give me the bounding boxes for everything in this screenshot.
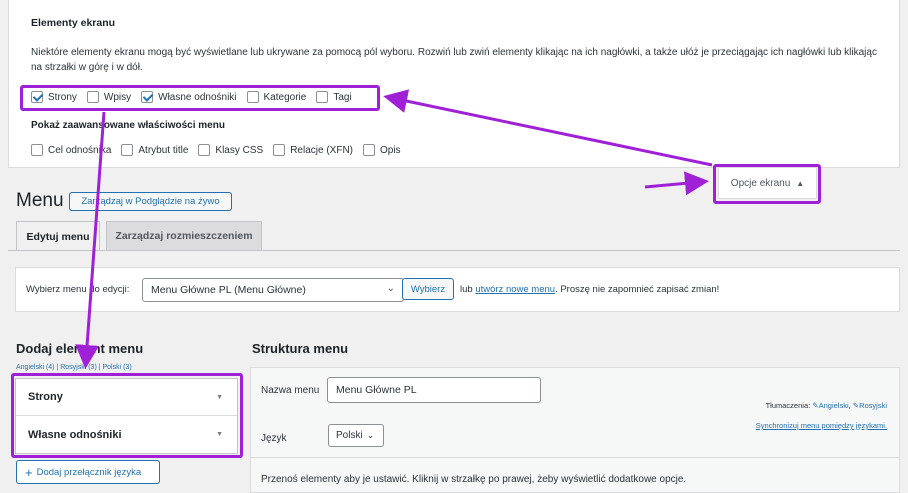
menu-select[interactable]: Menu Główne PL (Menu Główne) ⌄ [142, 278, 404, 302]
menu-structure-title: Struktura menu [252, 341, 349, 356]
structure-instructions: Przenoś elementy aby je ustawić. Kliknij… [261, 474, 687, 485]
arrow-to-screen-options [644, 171, 709, 196]
page-title: Menu [16, 190, 64, 211]
language-filter-links[interactable]: Angielski (4) | Rosyjski (3) | Polski (3… [16, 364, 132, 371]
screen-options-description: Niektóre elementy ekranu mogą być wyświe… [31, 47, 877, 73]
checkbox-klasy-css[interactable]: Klasy CSS [198, 144, 263, 156]
tab-edit-menu[interactable]: Edytuj menu [16, 221, 100, 251]
checkbox-box[interactable] [31, 144, 43, 156]
annotation-highlight-accordion [11, 373, 243, 458]
advanced-properties-heading: Pokaż zaawansowane właściwości menu [31, 120, 225, 131]
language-select[interactable]: Polski ⌄ [328, 424, 384, 447]
checkbox-relacje-xfn[interactable]: Relacje (XFN) [273, 144, 353, 156]
translation-link-english[interactable]: Angielski [819, 401, 849, 410]
menu-select-label: Wybierz menu do edycji: [26, 284, 130, 295]
screen-options-panel: Elementy ekranu Niektóre elementy ekranu… [8, 0, 900, 168]
checkbox-box[interactable] [363, 144, 375, 156]
create-menu-text: lub utwórz nowe menu. Proszę nie zapomni… [460, 284, 720, 295]
checkbox-cel-odnosnika[interactable]: Cel odnośnika [31, 144, 111, 156]
checkbox-box[interactable] [273, 144, 286, 156]
annotation-highlight-screen-options [713, 164, 821, 204]
translation-link-russian[interactable]: Rosyjski [859, 401, 887, 410]
checkbox-box[interactable] [121, 144, 134, 156]
menu-name-input[interactable]: Menu Główne PL [327, 377, 541, 403]
checkbox-opis[interactable]: Opis [363, 144, 401, 156]
menu-name-label: Nazwa menu [261, 385, 320, 396]
select-menu-button[interactable]: Wybierz [402, 278, 454, 300]
sync-menus-link[interactable]: Synchronizuj menu pomiędzy językami. [756, 421, 887, 430]
translations-line: Tłumaczenia: ✎Angielski, ✎Rosyjski [765, 401, 887, 410]
plus-icon: + [25, 464, 33, 480]
menu-settings-header: Nazwa menu Menu Główne PL Tłumaczenia: ✎… [251, 368, 899, 458]
checkbox-box[interactable] [198, 144, 211, 156]
tabs-divider [8, 250, 900, 251]
tab-manage-locations[interactable]: Zarządzaj rozmieszczeniem [106, 221, 262, 250]
add-language-switcher-button[interactable]: + Dodaj przełącznik języka [16, 460, 160, 484]
annotation-highlight-checkboxes [20, 85, 380, 111]
language-label: Język [261, 433, 287, 444]
advanced-checkbox-row: Cel odnośnika Atrybut title Klasy CSS Re… [31, 144, 411, 156]
menu-select-bar: Wybierz menu do edycji: Menu Główne PL (… [15, 267, 900, 312]
menu-structure-box: Nazwa menu Menu Główne PL Tłumaczenia: ✎… [250, 367, 900, 493]
live-preview-button[interactable]: Zarządzaj w Podglądzie na żywo [69, 192, 232, 211]
add-menu-items-title: Dodaj element menu [16, 341, 144, 356]
create-new-menu-link[interactable]: utwórz nowe menu [475, 284, 555, 295]
chevron-down-icon: ⌄ [366, 430, 375, 440]
screen-options-title: Elementy ekranu [31, 17, 116, 29]
checkbox-atrybut-title[interactable]: Atrybut title [121, 144, 188, 156]
chevron-down-icon: ⌄ [386, 283, 395, 294]
